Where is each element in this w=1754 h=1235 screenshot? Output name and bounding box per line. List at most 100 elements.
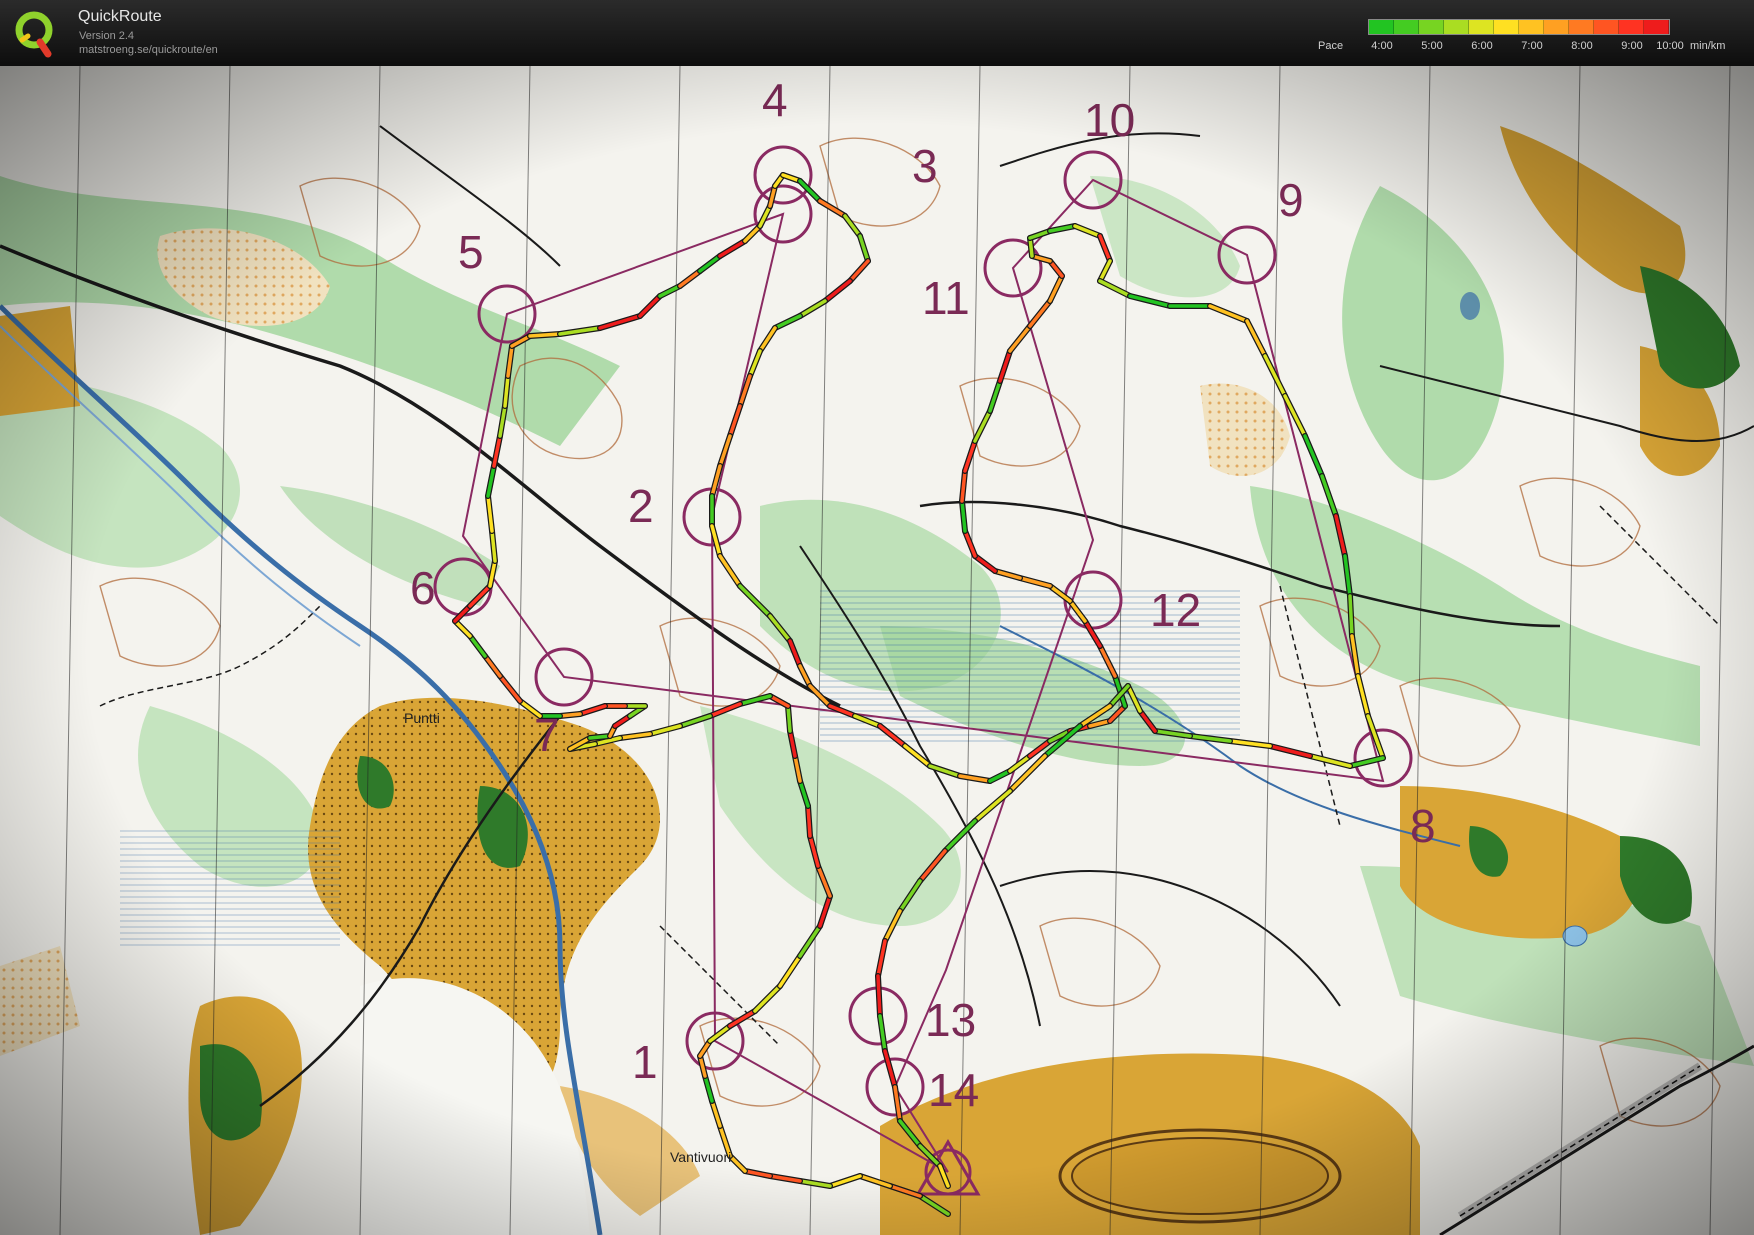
route-segment [748,349,762,378]
route-segment [973,789,1012,823]
pace-color-segment [1444,20,1469,34]
route-segment [1028,299,1052,328]
route-segment [758,204,772,228]
route-segment [483,654,502,678]
pace-color-segment [1594,20,1619,34]
route-segment [1008,754,1032,773]
route-segment [598,314,642,330]
route-segment [778,954,802,988]
route-segment [806,804,812,838]
pace-tick: 9:00 [1621,40,1643,52]
route-segment [958,774,992,783]
route-segment [786,704,792,733]
route-segment [728,1154,747,1173]
app-title: QuickRoute [78,8,162,25]
route-segment [468,634,487,658]
pace-color-segment [1519,20,1544,34]
app-version: Version 2.4 [79,30,135,42]
pace-tick: 8:00 [1571,40,1593,52]
pace-color-segment [1544,20,1569,34]
pace-label: Pace [1318,40,1344,52]
route-segment [1098,279,1132,298]
pace-color-segment [1419,20,1444,34]
route-segment [1208,304,1249,323]
route-segment [743,224,762,243]
control-number: 13 [925,994,976,1046]
orienteering-map[interactable]: 1 2 3 4 5 6 7 8 9 10 11 12 13 14 Puntti Vantivuori [0,66,1754,1235]
route-segment [753,984,782,1013]
route-segment [558,712,582,718]
pace-tick: 10:00 [1656,40,1684,52]
route-segment [798,1179,832,1188]
pace-color-segment [1644,20,1669,34]
control-number: 4 [762,74,788,126]
pace-tick: 7:00 [1521,40,1543,52]
control-number: 6 [410,562,436,614]
map-canvas[interactable]: 1234567891011121314 Puntti Vantivuori [0,66,1754,1235]
route-segment [1048,274,1064,303]
pace-color-segment [1619,20,1644,34]
route-segment [528,332,562,338]
quickroute-logo-icon [15,11,53,58]
route-segment [843,214,862,238]
pace-color-segment [1494,20,1519,34]
pace-color-bar [1368,19,1670,35]
route-segment [728,404,742,438]
route-segment [453,619,472,638]
route-segment [1348,594,1354,638]
route-segment [848,259,870,283]
control-number: 11 [922,272,970,324]
route-segment [1098,234,1112,263]
route-segment [998,349,1012,383]
control-number: 2 [628,480,654,532]
route-segment [798,664,812,688]
pace-tick: 6:00 [1471,40,1493,52]
route-segment [1303,434,1324,478]
route-segment [1308,754,1352,768]
route-segment [1098,259,1112,283]
route-segment [588,734,612,740]
control-number: 14 [928,1064,979,1116]
pace-tick: 5:00 [1421,40,1443,52]
route-segment [883,1049,897,1089]
route-segment [1073,224,1102,238]
route-segment [828,1174,862,1188]
pace-unit: min/km [1690,40,1726,52]
route-segment [768,1174,802,1183]
route-segment [823,279,852,303]
route-segment [718,239,747,258]
route-segment [988,769,1012,783]
route-segment [1356,674,1370,718]
route-segment [818,199,847,218]
route-segment [758,326,777,353]
route-segment [708,1024,732,1043]
route-segment [878,1014,887,1053]
route-segment [498,674,522,703]
route-segment [798,924,822,958]
app-header: QuickRoute Version 2.4 matstroeng.se/qui… [0,0,1754,66]
pace-color-segment [1369,20,1394,34]
place-name-vantivuori: Vantivuori [670,1149,731,1165]
route-segment [1008,324,1032,353]
pace-color-segment [1569,20,1594,34]
route-segment [1245,319,1267,358]
control-number: 9 [1278,174,1304,226]
route-segment [963,529,977,558]
route-segment [973,409,992,443]
place-name-puntti: Puntti [404,710,440,726]
control-number: 3 [912,140,938,192]
route-segment [658,284,682,298]
control-number: 10 [1084,94,1135,146]
route-segment [698,254,722,273]
route-segment [1268,744,1312,758]
control-number: 1 [632,1036,658,1088]
app-url: matstroeng.se/quickroute/en [79,44,218,56]
control-number: 5 [458,226,484,278]
route-segment [988,379,1002,413]
route-segment [743,1169,772,1178]
route-segment [718,554,742,588]
route-segment [638,294,662,318]
pace-color-segment [1394,20,1419,34]
route-segment [698,1054,707,1078]
route-segment [678,269,702,288]
